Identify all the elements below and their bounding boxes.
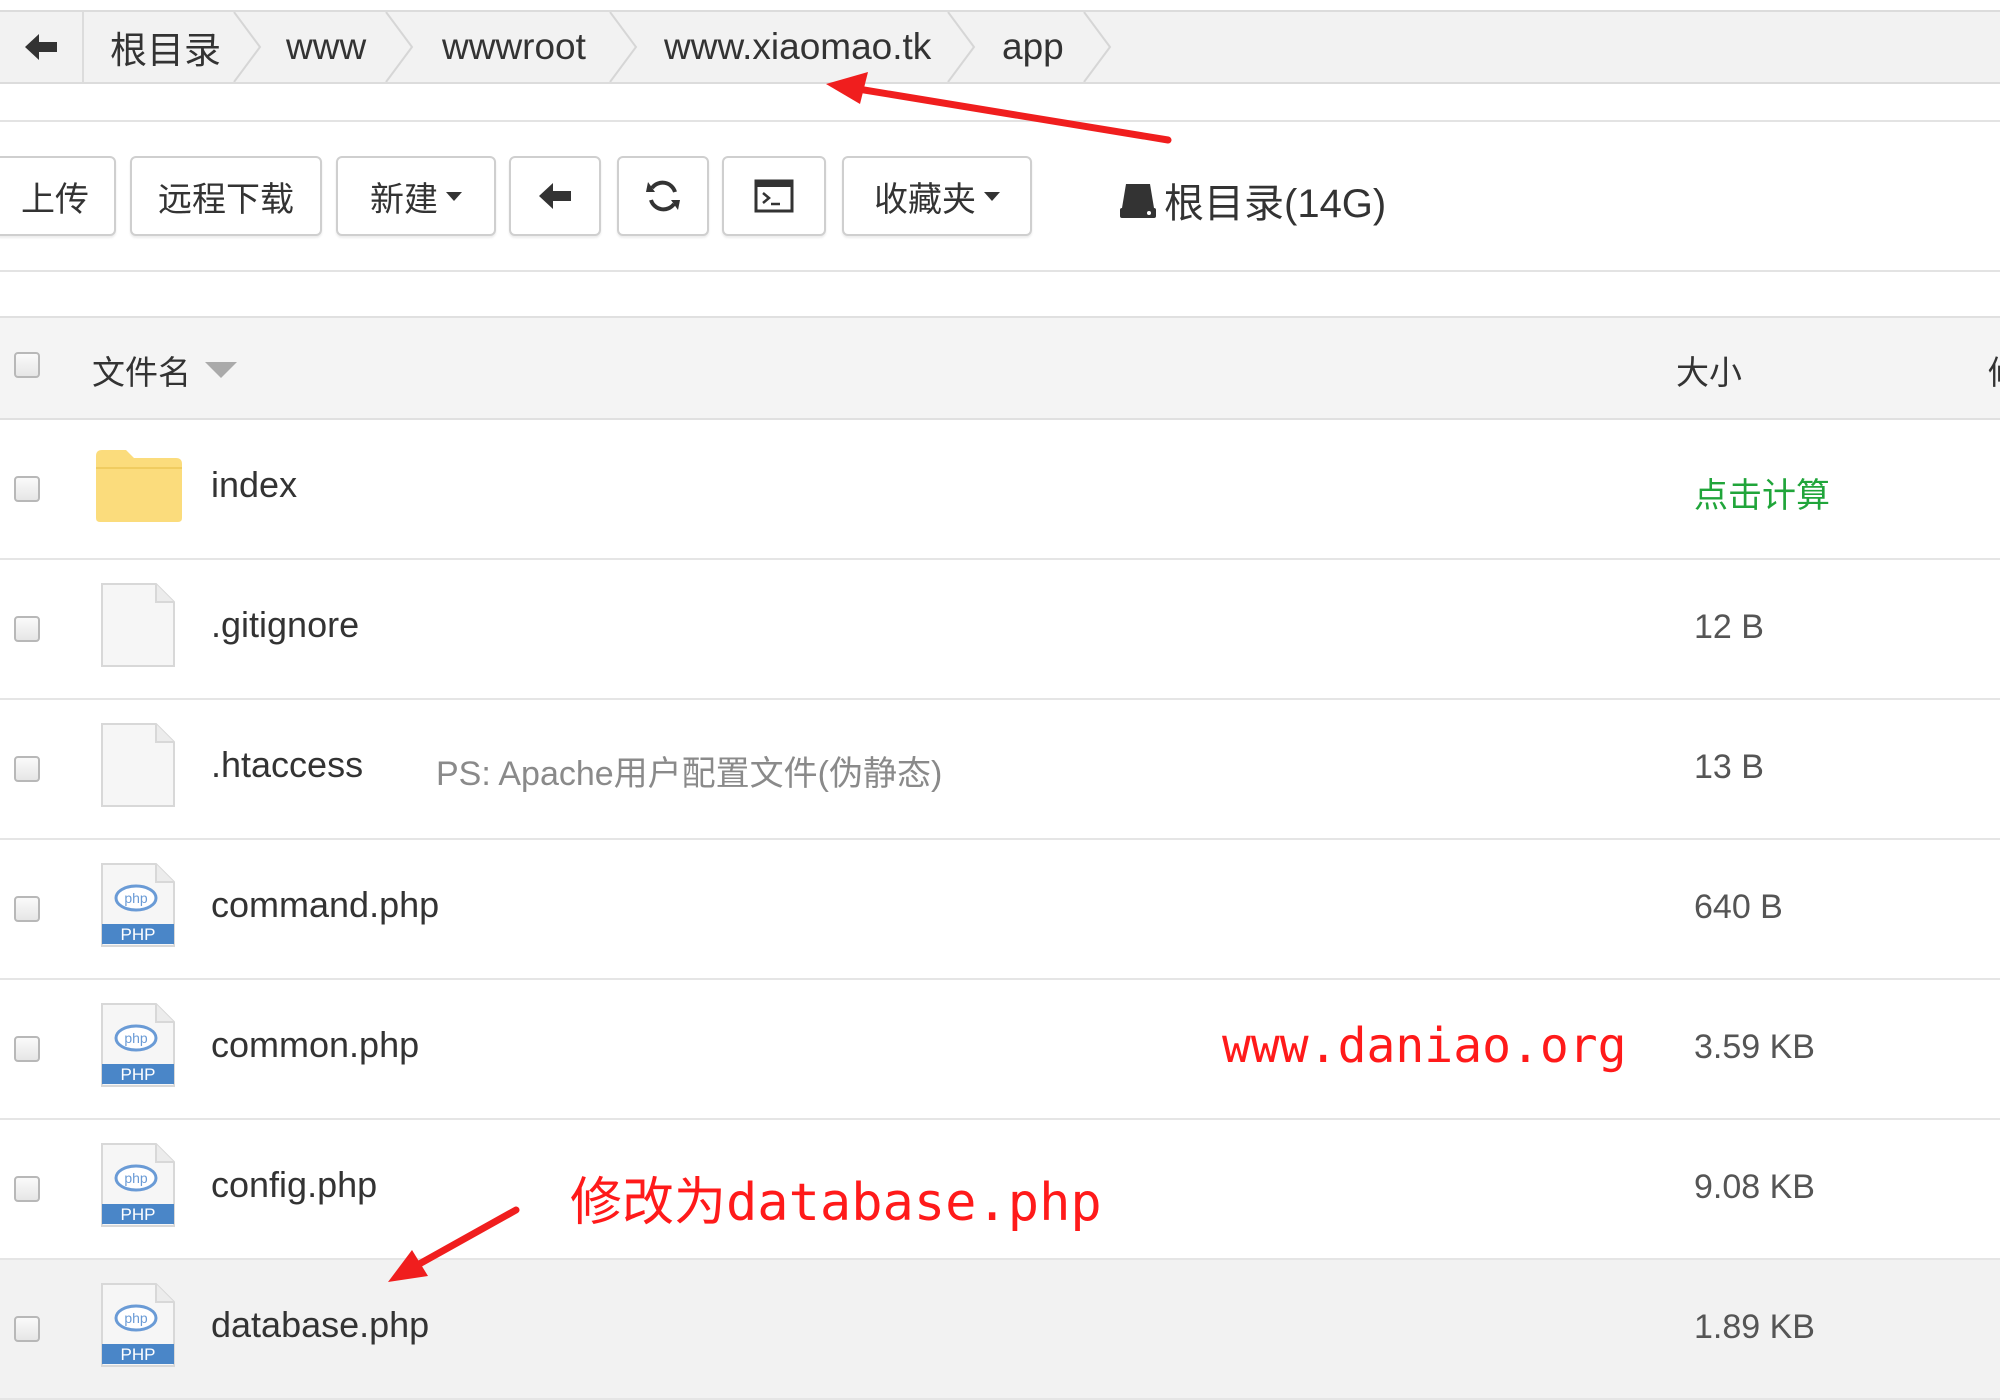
terminal-icon — [754, 179, 794, 213]
refresh-icon — [646, 180, 680, 212]
row-checkbox[interactable] — [14, 616, 40, 642]
remote-download-button-label: 远程下载 — [158, 180, 294, 219]
svg-text:php: php — [124, 1310, 148, 1326]
favorites-dropdown-button[interactable]: 收藏夹 — [842, 156, 1032, 236]
svg-text:PHP: PHP — [121, 1065, 156, 1084]
file-size: 13 B — [1694, 748, 1764, 786]
row-checkbox[interactable] — [14, 476, 40, 502]
column-header-size[interactable]: 大小 — [1676, 346, 1742, 394]
svg-text:PHP: PHP — [121, 1205, 156, 1224]
table-row[interactable]: php PHP common.php 3.59 KB — [0, 980, 2000, 1120]
table-row-selected[interactable]: php PHP database.php 1.89 KB — [0, 1260, 2000, 1400]
php-file-icon: php PHP — [101, 1003, 175, 1087]
column-header-name-label: 文件名 — [92, 354, 191, 391]
breadcrumb: 根目录 www wwwroot www.xiaomao.tk app — [0, 10, 2000, 84]
svg-text:php: php — [124, 890, 148, 906]
calculate-size-link[interactable]: 点击计算 — [1694, 468, 1830, 517]
file-size: 3.59 KB — [1694, 1028, 1815, 1066]
table-row[interactable]: php PHP command.php 640 B — [0, 840, 2000, 980]
file-name[interactable]: database.php — [211, 1304, 429, 1346]
row-checkbox[interactable] — [14, 1036, 40, 1062]
breadcrumb-item-www[interactable]: www — [286, 12, 366, 82]
upload-button-label: 上传 — [21, 180, 89, 219]
svg-text:PHP: PHP — [121, 1345, 156, 1364]
terminal-button[interactable] — [722, 156, 826, 236]
file-size: 9.08 KB — [1694, 1168, 1815, 1206]
file-icon — [101, 583, 175, 667]
svg-text:PHP: PHP — [121, 925, 156, 944]
upload-button[interactable]: 上传 — [0, 156, 116, 236]
file-name[interactable]: .gitignore — [211, 604, 359, 646]
refresh-button[interactable] — [617, 156, 709, 236]
breadcrumb-separator — [1083, 12, 1112, 82]
file-table-header: 文件名 大小 修 — [0, 316, 2000, 420]
file-icon — [101, 723, 175, 807]
toolbar-bottom-divider — [0, 270, 2000, 272]
file-name[interactable]: index — [211, 464, 297, 506]
svg-text:php: php — [124, 1030, 148, 1046]
table-row[interactable]: index 点击计算 — [0, 420, 2000, 560]
watermark-text: www.daniao.org — [1222, 1018, 1627, 1074]
row-checkbox[interactable] — [14, 1176, 40, 1202]
file-size: 1.89 KB — [1694, 1308, 1815, 1346]
back-button[interactable] — [509, 156, 601, 236]
hdd-icon — [1120, 184, 1156, 218]
breadcrumb-separator — [947, 12, 976, 82]
disk-info: 根目录(14G) — [1118, 170, 1386, 230]
file-remark: PS: Apache用户配置文件(伪静态) — [436, 755, 943, 793]
file-name[interactable]: command.php — [211, 884, 439, 926]
select-all-checkbox[interactable] — [14, 352, 40, 378]
file-size: 640 B — [1694, 888, 1783, 926]
svg-text:php: php — [124, 1170, 148, 1186]
file-name[interactable]: .htaccess — [211, 744, 363, 786]
sort-down-icon — [205, 362, 237, 378]
caret-down-icon — [984, 191, 1000, 201]
table-row[interactable]: .htaccess PS: Apache用户配置文件(伪静态) 13 B — [0, 700, 2000, 840]
breadcrumb-back-button[interactable] — [0, 12, 84, 82]
table-row[interactable]: .gitignore 12 B — [0, 560, 2000, 700]
new-button-label: 新建 — [370, 180, 438, 219]
remote-download-button[interactable]: 远程下载 — [130, 156, 322, 236]
row-checkbox[interactable] — [14, 1316, 40, 1342]
column-header-name[interactable]: 文件名 — [92, 346, 237, 394]
file-size: 12 B — [1694, 608, 1764, 646]
arrow-left-icon — [25, 34, 57, 60]
php-file-icon: php PHP — [101, 1143, 175, 1227]
breadcrumb-separator — [233, 12, 262, 82]
disk-label: 根目录(14G) — [1164, 182, 1387, 226]
rename-annotation: 修改为database.php — [570, 1173, 1102, 1233]
folder-icon — [96, 450, 182, 522]
row-checkbox[interactable] — [14, 756, 40, 782]
breadcrumb-separator — [609, 12, 638, 82]
php-file-icon: php PHP — [101, 1283, 175, 1367]
breadcrumb-item-app[interactable]: app — [1002, 12, 1064, 82]
caret-down-icon — [446, 191, 462, 201]
row-checkbox[interactable] — [14, 896, 40, 922]
php-file-icon: php PHP — [101, 863, 175, 947]
breadcrumb-separator — [385, 12, 414, 82]
arrow-left-icon — [539, 183, 571, 209]
file-name[interactable]: config.php — [211, 1164, 377, 1206]
favorites-button-label: 收藏夹 — [874, 180, 976, 219]
toolbar-top-divider — [0, 120, 2000, 122]
column-header-modified[interactable]: 修 — [1988, 346, 2000, 394]
breadcrumb-item-wwwroot[interactable]: wwwroot — [442, 12, 586, 82]
breadcrumb-item-site[interactable]: www.xiaomao.tk — [664, 12, 931, 82]
breadcrumb-item-root[interactable]: 根目录 — [110, 12, 221, 82]
new-dropdown-button[interactable]: 新建 — [336, 156, 496, 236]
file-name[interactable]: common.php — [211, 1024, 419, 1066]
